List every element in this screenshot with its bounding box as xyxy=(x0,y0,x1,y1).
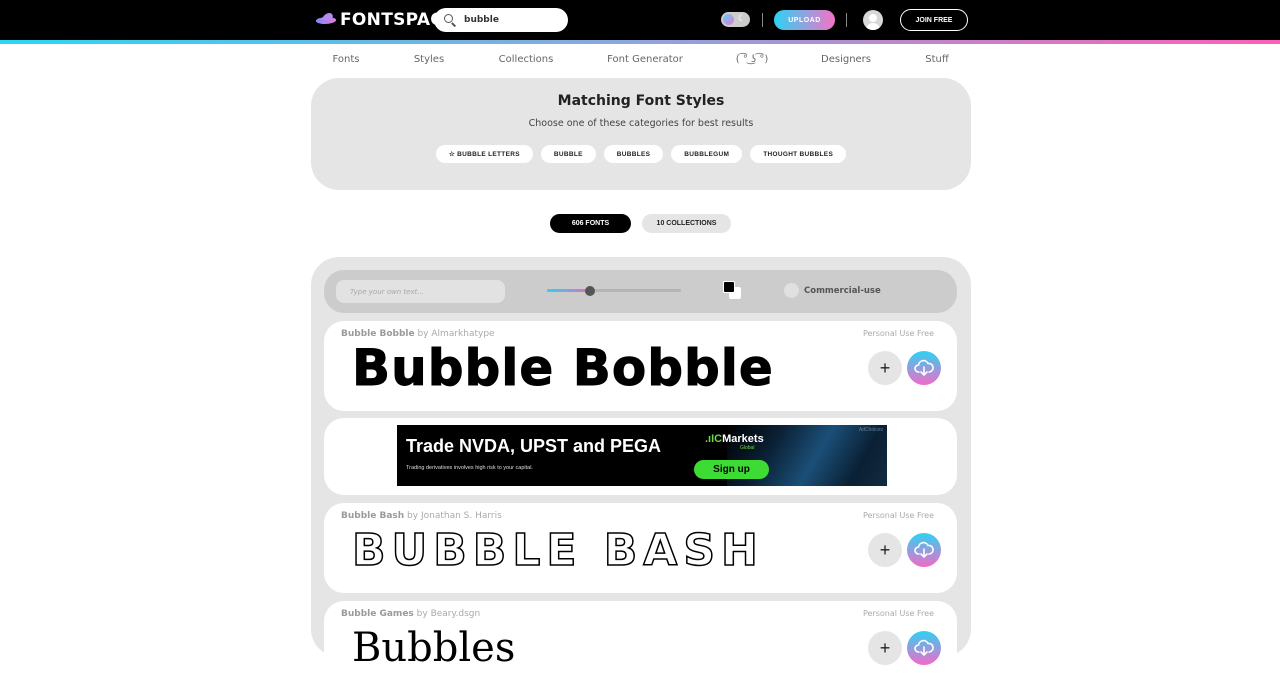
font-card[interactable]: Bubble Games by Beary.dsgn Personal Use … xyxy=(324,601,957,691)
preview-text-input[interactable] xyxy=(336,280,505,303)
plus-icon: + xyxy=(879,637,891,658)
tab-fonts[interactable]: 606 FONTS xyxy=(550,214,631,233)
nav-font-generator[interactable]: Font Generator xyxy=(607,54,683,65)
font-card[interactable]: Bubble Bobble by Almarkhatype Personal U… xyxy=(324,321,957,411)
theme-toggle[interactable]: ☾ xyxy=(721,12,750,27)
ufo-logo-icon xyxy=(314,13,338,27)
ad-brand-logo: .ıICMarkets xyxy=(705,433,764,445)
moon-icon: ☾ xyxy=(737,14,746,24)
divider xyxy=(762,13,763,27)
nav-collections[interactable]: Collections xyxy=(499,54,554,65)
ad-brand-name: Markets xyxy=(722,433,764,445)
font-meta: Bubble Bash by Jonathan S. Harris xyxy=(341,511,502,521)
designer-name[interactable]: Beary.dsgn xyxy=(431,609,481,619)
ad-signup-button[interactable]: Sign up xyxy=(694,460,769,479)
chip-bubble[interactable]: BUBBLE xyxy=(540,145,596,163)
license-label: Personal Use Free xyxy=(862,609,934,618)
tab-collections[interactable]: 10 COLLECTIONS xyxy=(642,214,731,233)
foreground-color-swatch[interactable] xyxy=(723,281,735,293)
designer-name[interactable]: Jonathan S. Harris xyxy=(421,511,502,521)
matching-styles-subtitle: Choose one of these categories for best … xyxy=(528,118,754,129)
download-button[interactable] xyxy=(907,631,941,665)
user-avatar-icon[interactable] xyxy=(863,10,883,30)
cloud-download-icon xyxy=(914,541,934,558)
cloud-download-icon xyxy=(914,639,934,656)
font-meta: Bubble Bobble by Almarkhatype xyxy=(341,329,495,339)
matching-styles-title: Matching Font Styles xyxy=(557,93,725,109)
commercial-use-filter[interactable]: Commercial-use xyxy=(784,283,881,298)
search-box[interactable] xyxy=(434,8,568,32)
font-meta: Bubble Games by Beary.dsgn xyxy=(341,609,480,619)
nav-fonts[interactable]: Fonts xyxy=(333,54,360,65)
chip-thought-bubbles[interactable]: THOUGHT BUBBLES xyxy=(750,145,847,163)
advertisement-banner[interactable]: Trade NVDA, UPST and PEGA Trading deriva… xyxy=(397,425,887,486)
slider-fill xyxy=(547,289,590,292)
license-label: Personal Use Free xyxy=(862,511,934,520)
accent-gradient-bar xyxy=(0,40,1280,44)
plus-icon: + xyxy=(879,357,891,378)
font-preview[interactable]: Bubbles xyxy=(352,625,515,671)
add-to-collection-button[interactable]: + xyxy=(868,631,902,665)
ad-headline: Trade NVDA, UPST and PEGA xyxy=(406,436,662,456)
nav-designers[interactable]: Designers xyxy=(821,54,871,65)
cloud-download-icon xyxy=(914,359,934,376)
ad-disclaimer: Trading derivatives involves high risk t… xyxy=(406,465,533,471)
ad-brand-sub: Global xyxy=(740,445,755,451)
download-button[interactable] xyxy=(907,351,941,385)
by-text: by xyxy=(417,329,429,339)
font-name[interactable]: Bubble Bash xyxy=(341,511,404,521)
font-preview[interactable]: BUBBLE BASH xyxy=(351,524,764,577)
nav-stuff[interactable]: Stuff xyxy=(925,54,949,65)
ad-card: Trade NVDA, UPST and PEGA Trading deriva… xyxy=(324,418,957,495)
by-text: by xyxy=(416,609,428,619)
toggle-knob xyxy=(723,14,734,25)
commercial-use-toggle[interactable] xyxy=(784,283,799,298)
slider-thumb[interactable] xyxy=(584,286,595,296)
chip-bubblegum[interactable]: BUBBLEGUM xyxy=(671,145,743,163)
license-label: Personal Use Free xyxy=(862,329,934,338)
download-button[interactable] xyxy=(907,533,941,567)
upload-button[interactable]: UPLOAD xyxy=(774,10,835,30)
chip-bubbles[interactable]: BUBBLES xyxy=(603,145,664,163)
nav-lenny-face[interactable]: ( ͡° ͜ʖ ͡°) xyxy=(736,54,768,65)
add-to-collection-button[interactable]: + xyxy=(868,351,902,385)
search-input[interactable] xyxy=(464,15,560,25)
color-picker[interactable] xyxy=(723,281,743,301)
ad-choices-link[interactable]: AdChoices xyxy=(859,427,883,433)
designer-name[interactable]: Almarkhatype xyxy=(431,329,494,339)
main-nav: Fonts Styles Collections Font Generator … xyxy=(0,54,1280,68)
search-icon xyxy=(444,14,457,27)
commercial-use-label: Commercial-use xyxy=(804,285,881,296)
ad-brand-prefix: .ıIC xyxy=(705,433,723,445)
plus-icon: + xyxy=(879,539,891,560)
font-size-slider[interactable] xyxy=(547,286,681,296)
join-free-button[interactable]: JOIN FREE xyxy=(900,9,968,31)
font-preview[interactable]: Bubble Bobble xyxy=(352,339,774,398)
style-chips: ☆ BUBBLE LETTERS BUBBLE BUBBLES BUBBLEGU… xyxy=(311,145,971,163)
matching-styles-panel: Matching Font Styles Choose one of these… xyxy=(311,78,971,190)
by-text: by xyxy=(407,511,419,521)
font-name[interactable]: Bubble Games xyxy=(341,609,414,619)
divider xyxy=(846,13,847,27)
font-card[interactable]: Bubble Bash by Jonathan S. Harris Person… xyxy=(324,503,957,593)
nav-styles[interactable]: Styles xyxy=(414,54,444,65)
font-name[interactable]: Bubble Bobble xyxy=(341,329,415,339)
add-to-collection-button[interactable]: + xyxy=(868,533,902,567)
top-bar: FONTSPACE ☾ UPLOAD JOIN FREE xyxy=(0,0,1280,40)
results-panel: Commercial-use Bubble Bobble by Almarkha… xyxy=(311,257,971,691)
preview-toolbar: Commercial-use xyxy=(324,270,957,313)
chip-bubble-letters[interactable]: ☆ BUBBLE LETTERS xyxy=(435,145,533,163)
